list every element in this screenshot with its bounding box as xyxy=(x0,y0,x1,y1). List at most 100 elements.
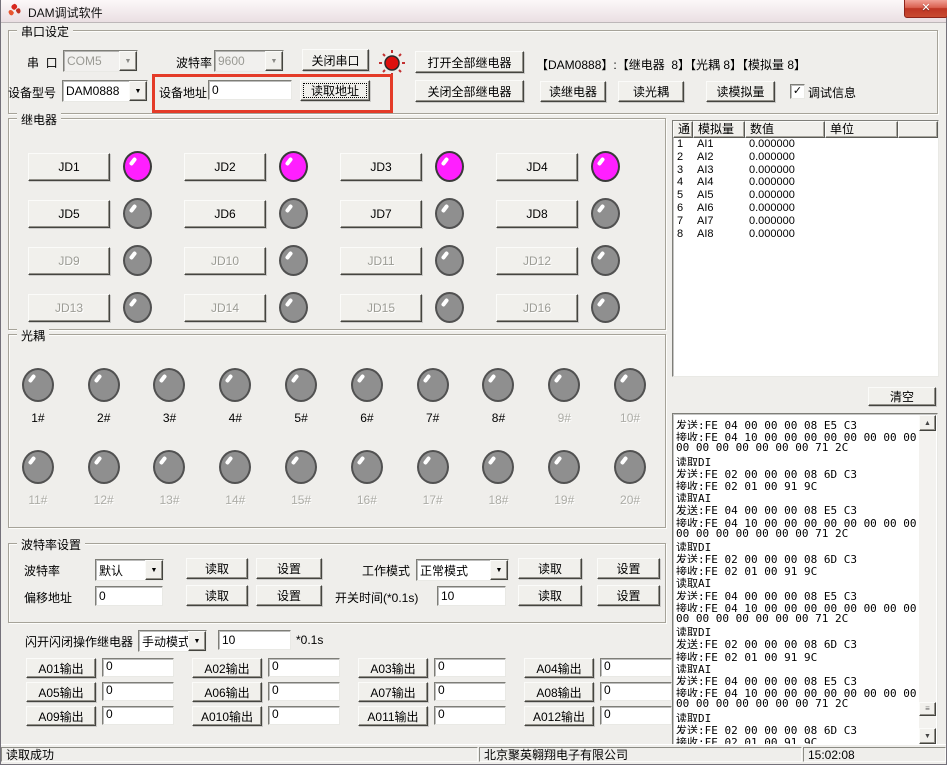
ao-output-input[interactable]: 0 xyxy=(434,682,506,701)
table-row[interactable]: 5 AI5 0.000000 xyxy=(673,189,938,202)
ao-output-button[interactable]: A011输出 xyxy=(358,706,428,726)
scroll-up-icon[interactable]: ▲ xyxy=(919,415,936,431)
ao-output-input[interactable]: 0 xyxy=(600,706,672,725)
ao-output-input[interactable]: 0 xyxy=(600,658,672,677)
col-header-channel[interactable]: 通 xyxy=(673,121,693,138)
ao-output-button[interactable]: A01输出 xyxy=(26,658,96,678)
clear-log-button[interactable]: 清空 xyxy=(868,387,936,406)
relay-button[interactable]: JD16 xyxy=(496,294,578,322)
ao-output-button[interactable]: A03输出 xyxy=(358,658,428,678)
baud-set-button[interactable]: 设置 xyxy=(256,558,322,579)
chevron-down-icon[interactable]: ▼ xyxy=(145,560,163,580)
chevron-down-icon[interactable]: ▼ xyxy=(188,631,206,651)
ao-output-input[interactable]: 0 xyxy=(268,658,340,677)
cell-channel: 5 xyxy=(673,189,693,202)
ao-output-button[interactable]: A08输出 xyxy=(524,682,594,702)
ao-output-input[interactable]: 0 xyxy=(268,706,340,725)
work-mode-select[interactable]: 正常模式 ▼ xyxy=(416,559,509,581)
ao-output-button[interactable]: A07输出 xyxy=(358,682,428,702)
close-all-relays-button[interactable]: 关闭全部继电器 xyxy=(415,80,524,102)
relay-button[interactable]: JD8 xyxy=(496,200,578,228)
col-header-value[interactable]: 数值 xyxy=(745,121,825,138)
relay-button[interactable]: JD13 xyxy=(28,294,110,322)
log-line: 接收:FE 02 01 00 91 9C xyxy=(676,478,917,490)
ao-output-input[interactable]: 0 xyxy=(102,682,174,701)
ao-output-cell: A01输出 0 xyxy=(26,658,192,682)
scrollbar-thumb[interactable]: ≡ xyxy=(919,702,936,716)
table-row[interactable]: 4 AI4 0.000000 xyxy=(673,176,938,189)
relay-button[interactable]: JD4 xyxy=(496,153,578,181)
debug-info-checkbox[interactable]: ✓ xyxy=(790,84,805,99)
table-row[interactable]: 6 AI6 0.000000 xyxy=(673,202,938,215)
port-select[interactable]: COM5 ▼ xyxy=(63,50,138,72)
ao-output-input[interactable]: 0 xyxy=(434,706,506,725)
relay-button[interactable]: JD5 xyxy=(28,200,110,228)
ao-output-input[interactable]: 0 xyxy=(102,706,174,725)
time-set-button[interactable]: 设置 xyxy=(597,585,660,606)
relay-button[interactable]: JD12 xyxy=(496,247,578,275)
relay-button[interactable]: JD15 xyxy=(340,294,422,322)
relay-button[interactable]: JD9 xyxy=(28,247,110,275)
ao-output-button[interactable]: A012输出 xyxy=(524,706,594,726)
relay-cell: JD5 xyxy=(28,190,184,237)
relay-button[interactable]: JD7 xyxy=(340,200,422,228)
close-button[interactable]: ✕ xyxy=(904,0,947,18)
relay-button[interactable]: JD10 xyxy=(184,247,266,275)
ao-output-button[interactable]: A010输出 xyxy=(192,706,262,726)
log-scrollbar[interactable]: ▲ ≡ ▼ xyxy=(919,415,936,744)
col-header-analog[interactable]: 模拟量 xyxy=(693,121,745,138)
relay-button[interactable]: JD6 xyxy=(184,200,266,228)
debug-log-box[interactable]: 发送:FE 04 00 00 00 08 E5 C3 接收:FE 04 10 00… xyxy=(672,413,938,746)
switch-time-input[interactable] xyxy=(437,586,506,606)
relay-button[interactable]: JD11 xyxy=(340,247,422,275)
ao-output-button[interactable]: A02输出 xyxy=(192,658,262,678)
table-row[interactable]: 8 AI8 0.000000 xyxy=(673,228,938,241)
model-select[interactable]: DAM0888 ▼ xyxy=(62,80,148,102)
baudrate-select[interactable]: 9600 ▼ xyxy=(214,50,284,72)
ao-output-input[interactable]: 0 xyxy=(434,658,506,677)
table-row[interactable]: 1 AI1 0.000000 xyxy=(673,138,938,151)
ao-output-button[interactable]: A09输出 xyxy=(26,706,96,726)
chevron-down-icon[interactable]: ▼ xyxy=(490,560,508,580)
mode-set-button[interactable]: 设置 xyxy=(597,558,660,579)
ao-output-input[interactable]: 0 xyxy=(102,658,174,677)
read-address-button[interactable]: 读取地址 xyxy=(300,80,370,101)
relay-button[interactable]: JD1 xyxy=(28,153,110,181)
relay-button[interactable]: JD3 xyxy=(340,153,422,181)
ao-output-button[interactable]: A06输出 xyxy=(192,682,262,702)
log-line: 接收:FE 04 10 00 00 00 00 00 00 00 00 00 xyxy=(676,515,917,527)
relay-button[interactable]: JD2 xyxy=(184,153,266,181)
ao-output-input[interactable]: 0 xyxy=(268,682,340,701)
device-address-input[interactable] xyxy=(208,80,292,100)
opto-led-indicator xyxy=(417,450,449,484)
open-all-relays-button[interactable]: 打开全部继电器 xyxy=(415,51,524,73)
flash-mode-select[interactable]: 手动模式 ▼ xyxy=(138,630,207,652)
time-read-button[interactable]: 读取 xyxy=(518,585,582,606)
relay-button[interactable]: JD14 xyxy=(184,294,266,322)
scroll-down-icon[interactable]: ▼ xyxy=(919,728,936,744)
table-row[interactable]: 7 AI7 0.000000 xyxy=(673,215,938,228)
read-analog-button[interactable]: 读模拟量 xyxy=(706,81,775,102)
flash-time-input[interactable] xyxy=(218,630,291,650)
chevron-down-icon[interactable]: ▼ xyxy=(265,51,283,71)
chevron-down-icon[interactable]: ▼ xyxy=(129,81,147,101)
close-serial-button[interactable]: 关闭串口 xyxy=(302,49,369,71)
offset-read-button[interactable]: 读取 xyxy=(186,585,248,606)
opto-channel-label: 5# xyxy=(294,411,307,425)
ao-output-button[interactable]: A04输出 xyxy=(524,658,594,678)
col-header-unit[interactable]: 单位 xyxy=(825,121,898,138)
chevron-down-icon[interactable]: ▼ xyxy=(119,51,137,71)
read-opto-button[interactable]: 读光耦 xyxy=(618,81,684,102)
ao-output-button[interactable]: A05输出 xyxy=(26,682,96,702)
baud-read-button[interactable]: 读取 xyxy=(186,558,248,579)
baud-select[interactable]: 默认 ▼ xyxy=(95,559,164,581)
table-row[interactable]: 2 AI2 0.000000 xyxy=(673,151,938,164)
log-line: 发送:FE 04 00 00 00 08 E5 C3 xyxy=(676,588,917,600)
offset-set-button[interactable]: 设置 xyxy=(256,585,322,606)
relay-led-indicator xyxy=(123,245,152,276)
mode-read-button[interactable]: 读取 xyxy=(518,558,582,579)
read-relay-button[interactable]: 读继电器 xyxy=(540,81,606,102)
table-row[interactable]: 3 AI3 0.000000 xyxy=(673,164,938,177)
ao-output-input[interactable]: 0 xyxy=(600,682,672,701)
offset-address-input[interactable] xyxy=(95,586,163,606)
